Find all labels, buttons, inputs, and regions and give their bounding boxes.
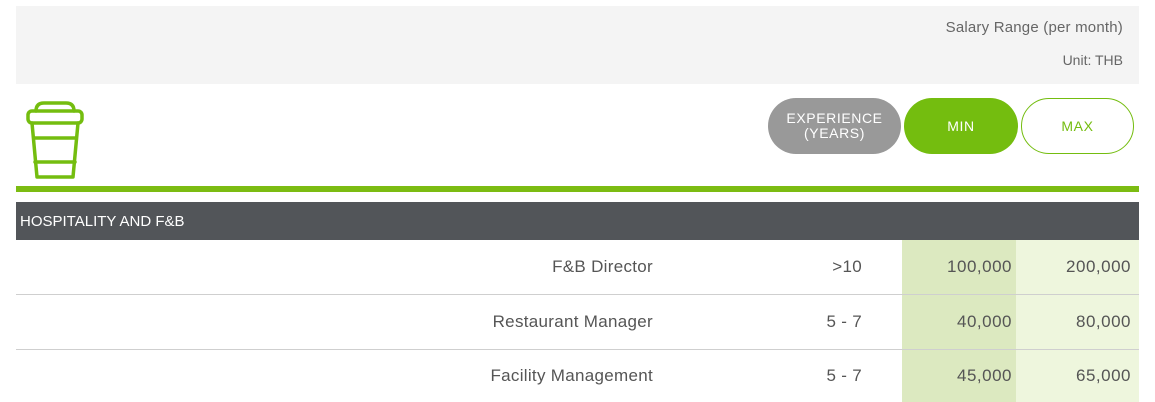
min-salary: 100,000 [902, 240, 1016, 294]
experience-column-pill: EXPERIENCE (YEARS) [768, 98, 901, 154]
section-title: HOSPITALITY AND F&B [20, 212, 185, 230]
salary-range-label: Salary Range (per month) [945, 19, 1123, 36]
max-column-pill: MAX [1021, 98, 1134, 154]
experience-value: >10 [832, 257, 862, 276]
salary-table: F&B Director >10 100,000 200,000 Restaur… [16, 240, 1139, 402]
table-row: F&B Director >10 100,000 200,000 [16, 240, 1139, 295]
job-title: F&B Director [552, 257, 653, 276]
experience-pill-label: EXPERIENCE (YEARS) [786, 110, 883, 141]
job-title: Facility Management [490, 366, 653, 385]
max-salary: 65,000 [1016, 350, 1139, 402]
experience-value: 5 - 7 [826, 366, 862, 385]
min-column-pill: MIN [904, 98, 1018, 154]
coffee-cup-icon [26, 101, 84, 179]
unit-label: Unit: THB [1062, 52, 1123, 68]
experience-value: 5 - 7 [826, 312, 862, 331]
min-salary: 40,000 [902, 295, 1016, 349]
max-salary: 200,000 [1016, 240, 1139, 294]
min-salary: 45,000 [902, 350, 1016, 402]
salary-info-band: Salary Range (per month) Unit: THB [16, 6, 1139, 84]
table-row: Facility Management 5 - 7 45,000 65,000 [16, 350, 1139, 402]
green-divider [16, 186, 1139, 192]
max-salary: 80,000 [1016, 295, 1139, 349]
job-title: Restaurant Manager [492, 312, 653, 331]
section-header: HOSPITALITY AND F&B [16, 202, 1139, 240]
max-pill-label: MAX [1061, 118, 1094, 134]
table-row: Restaurant Manager 5 - 7 40,000 80,000 [16, 295, 1139, 350]
min-pill-label: MIN [947, 118, 975, 134]
